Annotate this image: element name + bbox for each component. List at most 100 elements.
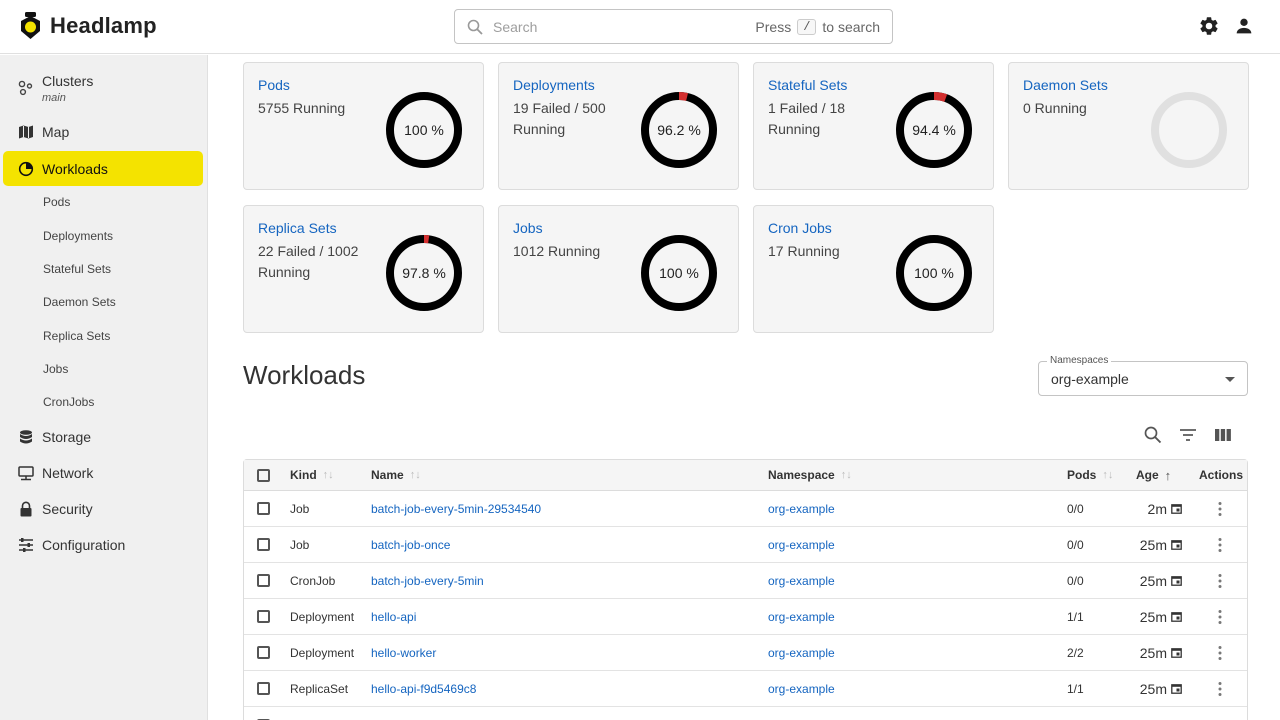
row-actions-menu[interactable] [1218,671,1222,706]
row-actions-menu[interactable] [1218,491,1222,526]
cell-pods: 1/1 [1067,681,1084,696]
row-actions-menu[interactable] [1218,599,1222,634]
sidebar-item-clusters[interactable]: Clusters main [3,69,203,107]
card-title[interactable]: Replica Sets [258,220,337,236]
table-header: Kind ↑↓ Name ↑↓ Namespace ↑↓ Pods ↑↓ Age ↑ Ac… [244,460,1247,491]
card-title[interactable]: Deployments [513,77,595,93]
sidebar-subitem-cronjobs[interactable]: CronJobs [43,395,94,409]
calendar-icon [1171,540,1182,550]
cluster-name: main [42,91,66,104]
sort-icon: ↑↓ [409,469,421,481]
status-card-cron-jobs: Cron Jobs 17 Running 100 % [753,205,994,333]
cell-age: 25m [1136,671,1182,706]
sidebar-subitem-daemon-sets[interactable]: Daemon Sets [43,295,116,309]
sidebar-item-network[interactable]: Network [3,456,203,490]
cell-kind: CronJob [290,573,336,588]
row-checkbox[interactable] [257,715,270,720]
search-hint-prefix: Press [755,18,792,35]
sidebar-item-label: Map [42,124,70,140]
column-header-kind[interactable]: Kind ↑↓ [290,460,334,490]
row-checkbox[interactable] [257,671,270,706]
cell-kind: Deployment [290,645,355,660]
card-title[interactable]: Cron Jobs [768,220,832,236]
cell-name-link[interactable]: hello-api-f9d5469c8 [371,671,476,706]
account-icon[interactable] [1233,15,1255,37]
table-row-partial [244,707,1247,720]
search-input[interactable] [493,18,743,35]
card-title[interactable]: Stateful Sets [768,77,847,93]
table-row: Job batch-job-every-5min-29534540 org-ex… [244,491,1247,527]
columns-icon[interactable] [1213,425,1233,445]
cell-name-link[interactable]: hello-api [371,599,416,634]
column-header-age[interactable]: Age ↑ [1136,460,1171,490]
cell-age: 25m [1136,563,1182,598]
column-label: Kind [290,468,317,482]
sidebar-item-map[interactable]: Map [3,115,203,149]
cell-namespace-link[interactable]: org-example [768,599,835,634]
headlamp-logo-icon [21,12,40,39]
column-header-pods[interactable]: Pods ↑↓ [1067,460,1113,490]
sidebar-subitem-jobs[interactable]: Jobs [43,362,68,376]
status-card-stateful-sets: Stateful Sets 1 Failed / 18 Running 94.4… [753,62,994,190]
more-vert-icon [1218,681,1222,696]
age-value: 25m [1139,608,1167,625]
cell-kind: Job [290,537,310,552]
sort-ascending-icon: ↑ [1164,467,1172,483]
search-box[interactable]: Press / to search [454,9,893,44]
age-value: 2m [1147,500,1167,517]
sidebar-item-configuration[interactable]: Configuration [3,528,203,562]
sidebar-item-workloads[interactable]: Workloads [3,151,203,186]
sidebar-subitem-pods[interactable]: Pods [43,195,70,209]
card-description: 1 Failed / 18 Running [768,100,846,137]
app-logo[interactable]: Headlamp [19,12,157,40]
cell-name-link[interactable]: batch-job-every-5min-29534540 [371,491,541,526]
sidebar-item-storage[interactable]: Storage [3,420,203,454]
row-checkbox[interactable] [257,527,270,562]
row-checkbox[interactable] [257,635,270,670]
row-actions-menu[interactable] [1218,635,1222,670]
cell-name-link[interactable]: hello-worker [371,635,436,670]
page-title: Workloads [243,360,366,390]
row-checkbox[interactable] [257,599,270,634]
column-label: Namespace [768,468,835,482]
filter-icon[interactable] [1178,425,1198,445]
cell-namespace-link[interactable]: org-example [768,563,835,598]
chevron-down-icon [1225,377,1235,382]
sidebar-subitem-deployments[interactable]: Deployments [43,229,113,243]
card-description: 0 Running [1023,100,1087,116]
app-name: Headlamp [50,13,157,38]
sidebar-item-security[interactable]: Security [3,492,203,526]
column-label: Name [371,468,404,482]
namespace-select[interactable]: Namespaces org-example [1038,355,1248,396]
donut-percent-label [1149,90,1229,170]
search-icon[interactable] [1143,425,1163,445]
cell-kind: ReplicaSet [290,681,349,696]
cell-pods: 0/0 [1067,573,1084,588]
cell-name-link[interactable]: batch-job-every-5min [371,563,484,598]
column-label: Pods [1067,468,1097,482]
clusters-icon [18,80,33,96]
search-icon [467,19,483,35]
card-title[interactable]: Jobs [513,220,543,236]
cell-namespace-link[interactable]: org-example [768,635,835,670]
cell-namespace-link[interactable]: org-example [768,491,835,526]
sort-icon: ↑↓ [840,469,852,481]
donut-percent-label: 96.2 % [657,122,701,138]
row-checkbox[interactable] [257,563,270,598]
sidebar-subitem-stateful-sets[interactable]: Stateful Sets [43,262,111,276]
gear-icon[interactable] [1198,15,1220,37]
column-header-name[interactable]: Name ↑↓ [371,460,421,490]
cell-name-link[interactable]: batch-job-once [371,527,450,562]
sidebar-item-label: Security [42,501,93,517]
row-actions-menu[interactable] [1218,563,1222,598]
card-title[interactable]: Daemon Sets [1023,77,1108,93]
calendar-icon [1171,684,1182,694]
column-header-namespace[interactable]: Namespace ↑↓ [768,460,852,490]
row-checkbox[interactable] [257,491,270,526]
sidebar-subitem-replica-sets[interactable]: Replica Sets [43,329,110,343]
row-actions-menu[interactable] [1218,527,1222,562]
select-all-checkbox[interactable] [257,460,270,490]
cell-namespace-link[interactable]: org-example [768,527,835,562]
cell-namespace-link[interactable]: org-example [768,671,835,706]
card-title[interactable]: Pods [258,77,290,93]
